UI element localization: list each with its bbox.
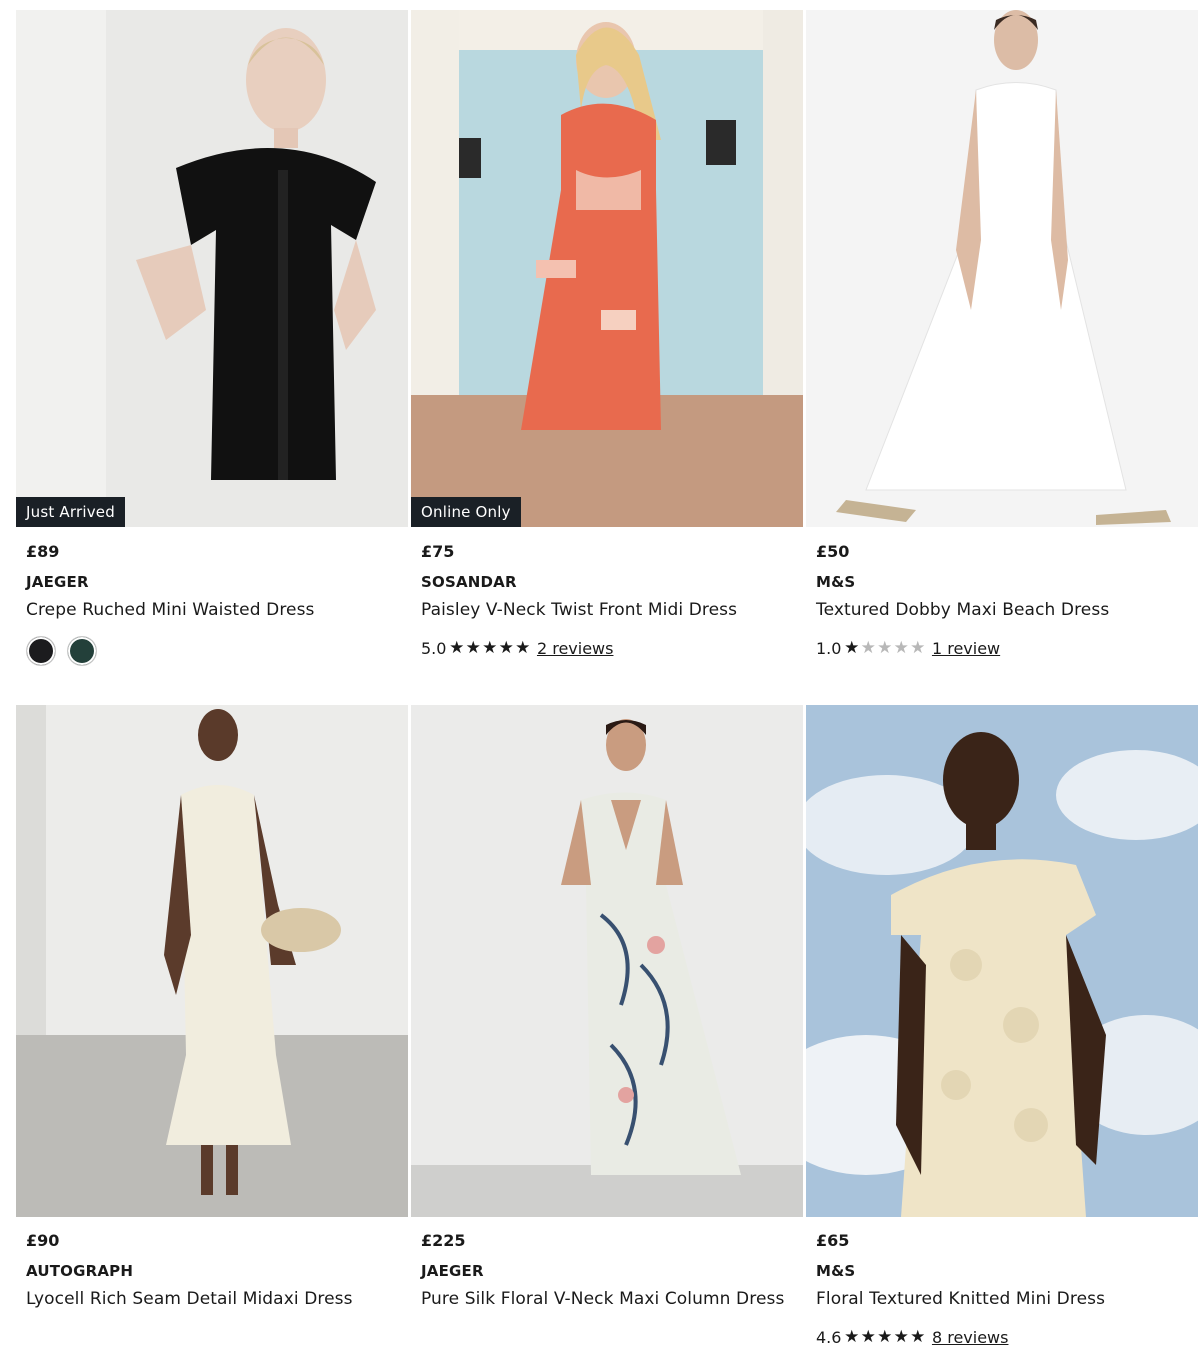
product-title[interactable]: Paisley V-Neck Twist Front Midi Dress bbox=[421, 598, 803, 622]
rating-value: 4.6 bbox=[816, 1327, 842, 1347]
product-rating: 4.6 ★ ★ ★ ★ ★ 8 reviews bbox=[816, 1325, 1198, 1349]
product-title[interactable]: Crepe Ruched Mini Waisted Dress bbox=[26, 598, 408, 622]
product-badge: Online Only bbox=[411, 497, 521, 527]
reviews-link[interactable]: 1 review bbox=[932, 639, 1000, 658]
rating-stars: ★ ★ ★ ★ ★ bbox=[843, 637, 926, 658]
product-card[interactable]: £90 AUTOGRAPH Lyocell Rich Seam Detail M… bbox=[16, 705, 408, 1360]
product-price: £75 bbox=[421, 542, 455, 561]
star-icon: ★ bbox=[877, 1326, 893, 1347]
product-image[interactable]: Online Only bbox=[411, 10, 803, 527]
product-badge: Just Arrived bbox=[16, 497, 125, 527]
product-card[interactable]: £225 JAEGER Pure Silk Floral V-Neck Maxi… bbox=[411, 705, 803, 1360]
product-rating: 5.0 ★ ★ ★ ★ ★ 2 reviews bbox=[421, 636, 803, 660]
product-image[interactable] bbox=[806, 10, 1198, 527]
product-price: £65 bbox=[816, 1231, 850, 1250]
star-icon: ★ bbox=[893, 637, 909, 658]
product-title[interactable]: Textured Dobby Maxi Beach Dress bbox=[816, 598, 1198, 622]
star-icon: ★ bbox=[844, 1326, 860, 1347]
reviews-link[interactable]: 2 reviews bbox=[537, 639, 614, 658]
product-brand: JAEGER bbox=[26, 573, 89, 591]
star-icon: ★ bbox=[449, 637, 465, 658]
reviews-link[interactable]: 8 reviews bbox=[932, 1328, 1009, 1347]
product-title[interactable]: Pure Silk Floral V-Neck Maxi Column Dres… bbox=[421, 1287, 803, 1311]
product-title[interactable]: Floral Textured Knitted Mini Dress bbox=[816, 1287, 1198, 1311]
color-swatches bbox=[26, 636, 408, 666]
star-icon: ★ bbox=[844, 637, 860, 658]
star-icon: ★ bbox=[515, 637, 531, 658]
star-icon: ★ bbox=[877, 637, 893, 658]
product-card[interactable]: Just Arrived £89 JAEGER Crepe Ruched Min… bbox=[16, 10, 408, 690]
star-icon: ★ bbox=[860, 637, 876, 658]
product-card[interactable]: Online Only £75 SOSANDAR Paisley V-Neck … bbox=[411, 10, 803, 690]
star-icon: ★ bbox=[482, 637, 498, 658]
product-price: £89 bbox=[26, 542, 60, 561]
color-swatch-black[interactable] bbox=[26, 636, 56, 666]
product-title[interactable]: Lyocell Rich Seam Detail Midaxi Dress bbox=[26, 1287, 408, 1311]
product-card[interactable]: £50 M&S Textured Dobby Maxi Beach Dress … bbox=[806, 10, 1198, 690]
rating-stars: ★ ★ ★ ★ ★ bbox=[448, 637, 531, 658]
product-brand: AUTOGRAPH bbox=[26, 1262, 134, 1280]
product-image[interactable] bbox=[411, 705, 803, 1217]
product-brand: M&S bbox=[816, 1262, 856, 1280]
star-icon: ★ bbox=[910, 1326, 926, 1347]
rating-stars: ★ ★ ★ ★ ★ bbox=[843, 1326, 926, 1347]
product-rating: 1.0 ★ ★ ★ ★ ★ 1 review bbox=[816, 636, 1198, 660]
product-image[interactable] bbox=[16, 705, 408, 1217]
star-icon: ★ bbox=[465, 637, 481, 658]
product-price: £90 bbox=[26, 1231, 60, 1250]
product-card[interactable]: £65 M&S Floral Textured Knitted Mini Dre… bbox=[806, 705, 1198, 1360]
rating-value: 1.0 bbox=[816, 638, 842, 658]
star-icon: ★ bbox=[910, 637, 926, 658]
star-icon: ★ bbox=[860, 1326, 876, 1347]
star-icon: ★ bbox=[893, 1326, 909, 1347]
product-brand: JAEGER bbox=[421, 1262, 484, 1280]
product-image[interactable]: Just Arrived bbox=[16, 10, 408, 527]
product-price: £225 bbox=[421, 1231, 466, 1250]
product-brand: SOSANDAR bbox=[421, 573, 517, 591]
rating-value: 5.0 bbox=[421, 638, 447, 658]
star-icon: ★ bbox=[498, 637, 514, 658]
product-price: £50 bbox=[816, 542, 850, 561]
product-brand: M&S bbox=[816, 573, 856, 591]
product-image[interactable] bbox=[806, 705, 1198, 1217]
color-swatch-dark-green[interactable] bbox=[67, 636, 97, 666]
